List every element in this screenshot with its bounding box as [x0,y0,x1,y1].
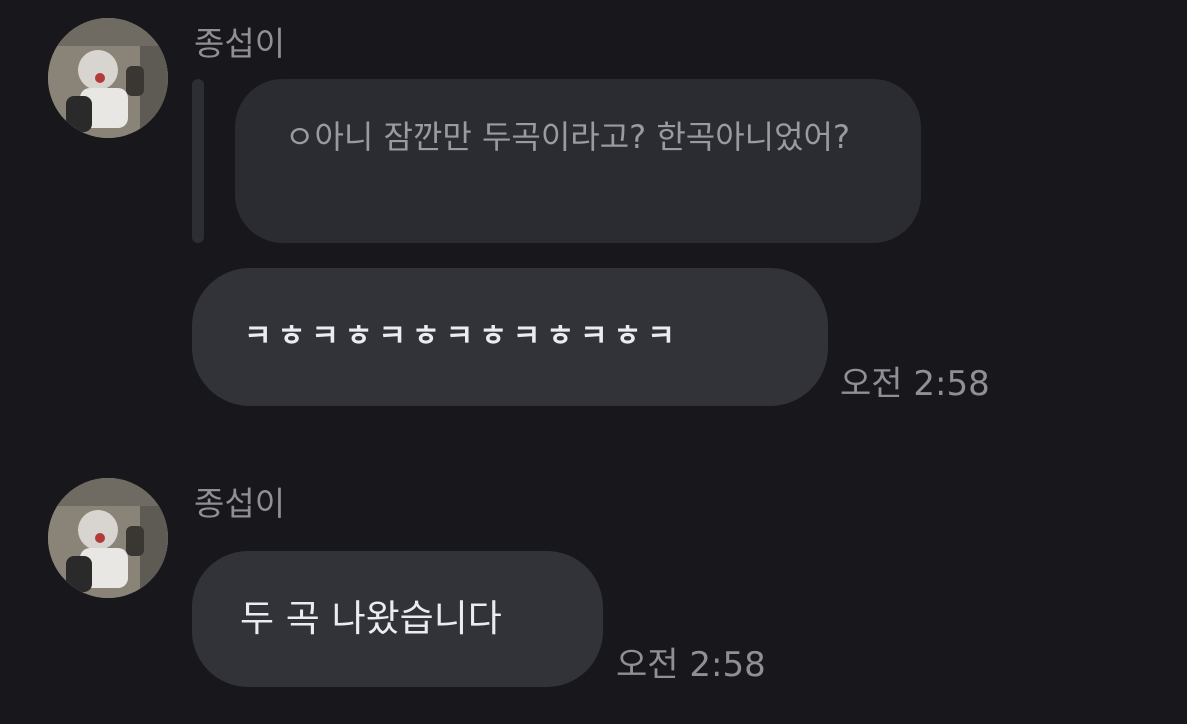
profile-photo-icon [48,18,168,138]
sender-name: 종섭이 [194,24,286,63]
profile-photo-icon [48,478,168,598]
quoted-message-text: ㅇ아니 잠깐만 두곡이라고? 한곡아니었어? [285,118,850,156]
message-bubble[interactable]: ㅋㅎㅋㅎㅋㅎㅋㅎㅋㅎㅋㅎㅋ [192,268,828,406]
message-bubble[interactable]: 두 곡 나왔습니다 [192,551,603,687]
chat-view: 종섭이 ㅇ아니 잠깐만 두곡이라고? 한곡아니었어? ㅋㅎㅋㅎㅋㅎㅋㅎㅋㅎㅋㅎㅋ… [0,0,1187,724]
message-text: ㅋㅎㅋㅎㅋㅎㅋㅎㅋㅎㅋㅎㅋ [244,319,681,354]
reply-indicator-bar [192,79,204,243]
sender-name: 종섭이 [194,484,286,523]
message-text: 두 곡 나왔습니다 [240,597,502,640]
message-timestamp: 오전 2:58 [616,645,766,685]
sender-avatar[interactable] [48,478,168,598]
message-timestamp: 오전 2:58 [840,364,990,404]
sender-avatar[interactable] [48,18,168,138]
quoted-message-bubble[interactable]: ㅇ아니 잠깐만 두곡이라고? 한곡아니었어? [235,79,921,243]
